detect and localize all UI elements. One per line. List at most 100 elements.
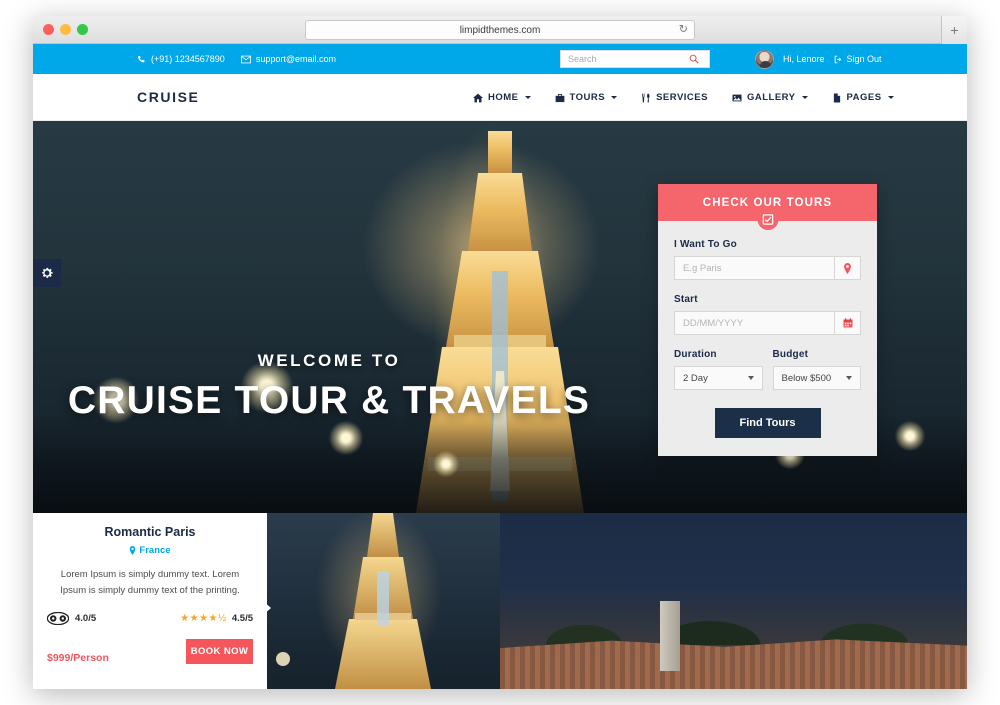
start-label: Start	[674, 294, 698, 305]
carousel-next-arrow[interactable]	[263, 601, 271, 615]
destination-field-row	[674, 256, 861, 280]
star-icons: ★★★★½	[180, 613, 227, 625]
search-input[interactable]	[561, 51, 681, 67]
street-lamp-glow	[329, 421, 363, 455]
settings-toggle-button[interactable]	[33, 259, 61, 287]
nav-item-home[interactable]: HOME	[473, 92, 531, 103]
email-address: support@email.com	[255, 54, 336, 64]
envelope-icon	[240, 55, 251, 63]
duration-select[interactable]: 2 Day	[674, 366, 763, 390]
sign-out-icon	[834, 55, 841, 63]
tour-photo-eiffel[interactable]	[267, 513, 500, 689]
tour-footer: $999/Person BOOK NOW	[47, 639, 253, 665]
map-pin-icon	[844, 262, 851, 274]
find-tours-button[interactable]: Find Tours	[714, 408, 821, 438]
book-now-button[interactable]: BOOK NOW	[186, 639, 253, 665]
hero-banner: WELCOME TO CRUISE TOUR & TRAVELS CHECK O…	[33, 121, 967, 513]
chevron-down-icon	[611, 96, 618, 99]
phone-number: (+91) 1234567890	[151, 54, 225, 64]
home-icon	[473, 93, 483, 102]
booking-widget-body: I Want To Go Start	[658, 221, 877, 456]
budget-select[interactable]: Below $500	[772, 366, 861, 390]
tour-card-panel: Romantic Paris France Lorem Ipsum is sim…	[33, 513, 267, 689]
nav-item-pages[interactable]: PAGES	[832, 92, 894, 103]
main-navbar: CRUISE HOME TOURS SERVICES GALLERY PAGES	[33, 74, 967, 121]
browser-window: limpidthemes.com ↻ + (+91) 1234567890 su…	[33, 16, 967, 689]
destination-input[interactable]	[674, 256, 834, 280]
calendar-icon	[843, 318, 852, 328]
start-field-row	[674, 311, 861, 335]
phone-contact[interactable]: (+91) 1234567890	[137, 54, 225, 64]
featured-tours-strip: Romantic Paris France Lorem Ipsum is sim…	[33, 513, 967, 689]
destination-pin-button[interactable]	[834, 256, 861, 280]
duration-field: Duration 2 Day	[674, 349, 763, 390]
duration-budget-row: Duration 2 Day Budget Below $500	[674, 349, 861, 390]
hero-title: CRUISE TOUR & TRAVELS	[67, 379, 591, 422]
sign-out-button[interactable]: Sign Out	[834, 54, 882, 64]
booking-widget-title: CHECK OUR TOURS	[702, 196, 833, 209]
tripadvisor-rating: 4.0/5	[47, 612, 97, 626]
budget-value: Below $500	[781, 372, 832, 384]
tour-price: $999/Person	[47, 652, 109, 665]
tripadvisor-score: 4.0/5	[75, 613, 97, 625]
utility-topbar: (+91) 1234567890 support@email.com Searc…	[33, 44, 967, 74]
browser-titlebar: limpidthemes.com ↻ +	[33, 16, 967, 44]
start-date-input[interactable]	[674, 311, 834, 335]
destination-label: I Want To Go	[674, 239, 737, 250]
file-icon	[833, 93, 840, 102]
chevron-down-icon	[846, 376, 852, 380]
tour-card[interactable]: Romantic Paris France Lorem Ipsum is sim…	[33, 513, 267, 689]
minimize-window-button[interactable]	[60, 24, 71, 35]
hero-subtitle: WELCOME TO	[257, 351, 401, 370]
street-lamp-glow	[895, 421, 925, 451]
maximize-window-button[interactable]	[77, 24, 88, 35]
nav-item-gallery[interactable]: GALLERY	[732, 92, 808, 103]
reload-icon[interactable]: ↻	[679, 24, 688, 36]
check-square-glyph	[762, 214, 773, 225]
chevron-down-icon	[887, 96, 894, 99]
chevron-down-icon	[801, 96, 808, 99]
site-logo[interactable]: CRUISE	[137, 89, 200, 105]
tour-title: Romantic Paris	[104, 525, 196, 539]
address-bar[interactable]: limpidthemes.com ↻	[305, 20, 695, 40]
duration-label: Duration	[674, 349, 717, 360]
email-contact[interactable]: support@email.com	[240, 54, 336, 64]
user-greeting: Hi, Lenore	[783, 54, 825, 64]
main-menu: HOME TOURS SERVICES GALLERY PAGES	[473, 74, 894, 121]
tour-description: Lorem Ipsum is simply dummy text. Lorem …	[60, 569, 240, 596]
nav-label-home: HOME	[488, 92, 519, 103]
nav-item-tours[interactable]: TOURS	[555, 92, 618, 103]
booking-widget-header: CHECK OUR TOURS	[658, 184, 877, 230]
check-square-icon	[757, 209, 778, 230]
budget-field: Budget Below $500	[772, 349, 861, 390]
chevron-down-icon	[747, 376, 754, 380]
chimney	[660, 601, 680, 671]
star-score: 4.5/5	[231, 613, 253, 625]
tour-photo-village[interactable]	[500, 513, 967, 689]
hero-text-block: WELCOME TO CRUISE TOUR & TRAVELS	[33, 351, 625, 423]
calendar-picker-button[interactable]	[834, 311, 861, 335]
user-area: Hi, Lenore Sign Out	[755, 44, 882, 74]
tour-country: France	[47, 545, 253, 556]
tripadvisor-icon	[47, 612, 69, 626]
eiffel-night-illustration	[276, 513, 431, 689]
utensils-icon	[642, 93, 650, 102]
nav-item-services[interactable]: SERVICES	[641, 92, 708, 103]
street-lamp-glow	[433, 451, 459, 477]
window-controls[interactable]	[43, 24, 88, 35]
tour-ratings: 4.0/5 ★★★★½ 4.5/5	[47, 612, 253, 626]
sign-out-label: Sign Out	[846, 54, 882, 64]
avatar[interactable]	[755, 49, 774, 69]
search-box[interactable]	[560, 50, 710, 68]
search-submit-button[interactable]	[681, 51, 707, 67]
phone-icon	[138, 55, 145, 62]
gear-icon	[42, 267, 53, 278]
budget-label: Budget	[772, 349, 809, 360]
briefcase-icon	[555, 93, 564, 102]
new-tab-button[interactable]: +	[941, 16, 967, 44]
close-window-button[interactable]	[43, 24, 54, 35]
tour-country-label: France	[139, 545, 171, 556]
nav-label-services: SERVICES	[656, 92, 708, 103]
booking-widget: CHECK OUR TOURS I Want To Go E.g Paris S…	[658, 184, 877, 456]
page-viewport: (+91) 1234567890 support@email.com Searc…	[33, 44, 967, 689]
